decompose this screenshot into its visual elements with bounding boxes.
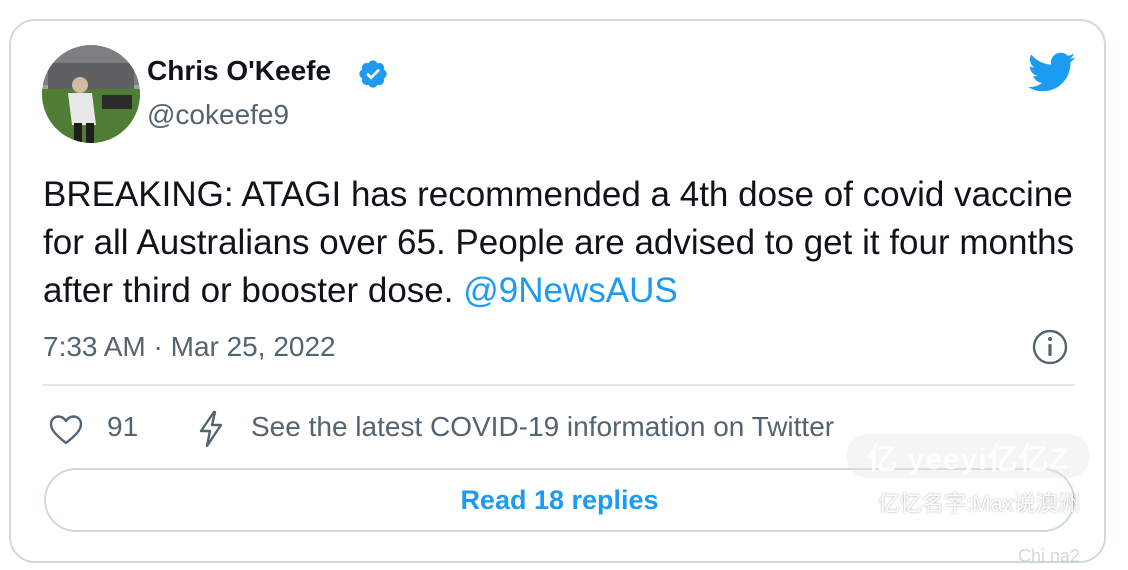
tweet-card: Chris O'Keefe @cokeefe9 BREAKING: ATAGI …	[9, 19, 1106, 563]
watermark-corner: Chi na2	[1018, 546, 1081, 566]
tweet-text: BREAKING: ATAGI has recommended a 4th do…	[43, 171, 1093, 315]
author-handle[interactable]: @cokeefe9	[147, 99, 289, 131]
author-name[interactable]: Chris O'Keefe	[147, 55, 331, 87]
tweet-timestamp[interactable]: 7:33 AM · Mar 25, 2022	[43, 331, 336, 363]
divider	[43, 384, 1075, 386]
like-count[interactable]: 91	[107, 411, 138, 443]
avatar[interactable]	[42, 45, 140, 143]
lightning-bolt-icon[interactable]	[197, 410, 225, 448]
covid-info-link[interactable]: See the latest COVID-19 information on T…	[251, 411, 834, 443]
info-icon[interactable]	[1031, 328, 1069, 366]
heart-icon[interactable]	[49, 414, 83, 446]
watermark-text: 亿忆名字:Max说澳洲	[878, 491, 1080, 516]
mention-link[interactable]: @9NewsAUS	[463, 271, 677, 310]
watermark-logo: 亿 yeeyi亿亿Z	[846, 434, 1090, 478]
verified-badge-icon	[359, 60, 387, 88]
twitter-bird-icon[interactable]	[1026, 51, 1076, 93]
avatar-photo	[42, 45, 140, 143]
